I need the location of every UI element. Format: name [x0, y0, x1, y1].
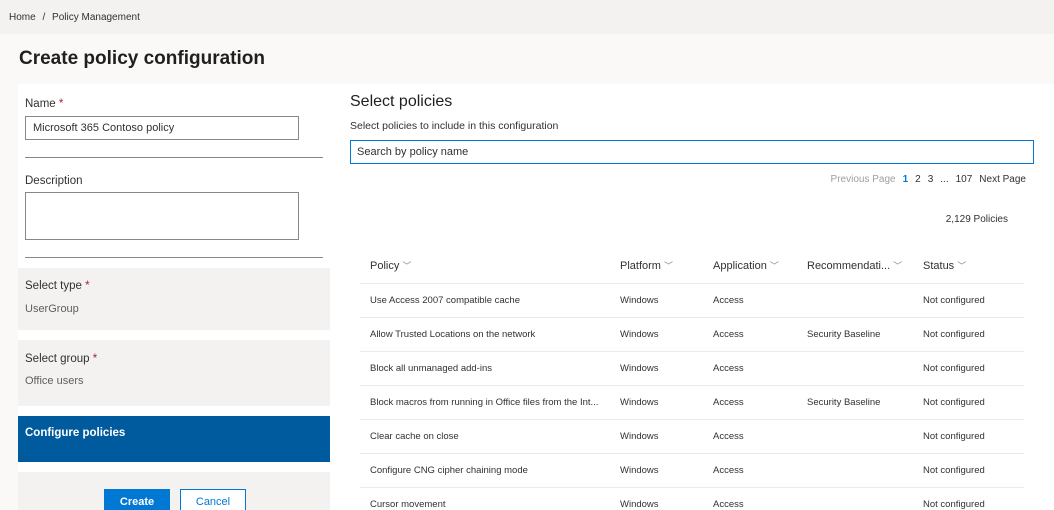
- application-cell: Access: [703, 385, 797, 420]
- policy-selection-panel: Select policies Select policies to inclu…: [330, 84, 1054, 510]
- column-header-application[interactable]: Application ﹀: [703, 248, 797, 284]
- platform-cell: Windows: [610, 317, 703, 352]
- divider: [25, 257, 323, 258]
- description-textarea[interactable]: [25, 192, 299, 240]
- breadcrumb-separator: /: [42, 12, 46, 23]
- policy-cell: Block all unmanaged add-ins: [360, 351, 610, 386]
- chevron-down-icon: ﹀: [957, 260, 967, 271]
- platform-cell: Windows: [610, 351, 703, 386]
- breadcrumb-home[interactable]: Home: [9, 12, 36, 23]
- recommendation-cell: [797, 283, 913, 318]
- select-type-value: UserGroup: [25, 303, 79, 315]
- section-subtitle: Select policies to include in this confi…: [350, 120, 559, 132]
- section-title: Select policies: [350, 93, 453, 110]
- status-cell: Not configured: [913, 487, 1024, 510]
- chevron-down-icon: ﹀: [402, 260, 412, 271]
- policy-cell: Block macros from running in Office file…: [360, 385, 610, 420]
- policy-cell: Allow Trusted Locations on the network: [360, 317, 610, 352]
- application-cell: Access: [703, 419, 797, 454]
- platform-cell: Windows: [610, 487, 703, 510]
- wizard-panel: Name * Microsoft 365 Contoso policy Desc…: [18, 84, 330, 510]
- status-cell: Not configured: [913, 351, 1024, 386]
- previous-page-button[interactable]: Previous Page: [831, 174, 896, 185]
- column-header-status[interactable]: Status ﹀: [913, 248, 1024, 284]
- column-header-policy[interactable]: Policy ﹀: [360, 248, 610, 284]
- actions-bar: Create Cancel: [18, 472, 330, 510]
- select-group-value: Office users: [25, 375, 84, 387]
- status-cell: Not configured: [913, 453, 1024, 488]
- create-button[interactable]: Create: [104, 489, 170, 510]
- table-row[interactable]: Allow Trusted Locations on the network W…: [360, 317, 1024, 352]
- pagination: Previous Page 1 2 3 ... 107 Next Page: [831, 174, 1026, 185]
- policy-cell: Use Access 2007 compatible cache: [360, 283, 610, 318]
- chevron-down-icon: ﹀: [663, 260, 673, 271]
- platform-cell: Windows: [610, 453, 703, 488]
- platform-cell: Windows: [610, 419, 703, 454]
- policy-cell: Cursor movement: [360, 487, 610, 510]
- application-cell: Access: [703, 487, 797, 510]
- policy-cell: Configure CNG cipher chaining mode: [360, 453, 610, 488]
- application-cell: Access: [703, 283, 797, 318]
- page-2-button[interactable]: 2: [915, 174, 921, 185]
- column-header-recommendation[interactable]: Recommendati... ﹀: [797, 248, 913, 284]
- select-type-label: Select type *: [25, 280, 90, 292]
- name-label: Name *: [25, 98, 64, 110]
- breadcrumb: Home / Policy Management: [0, 0, 1054, 34]
- recommendation-cell: [797, 453, 913, 488]
- application-cell: Access: [703, 453, 797, 488]
- table-row[interactable]: Use Access 2007 compatible cache Windows…: [360, 283, 1024, 318]
- cancel-button[interactable]: Cancel: [180, 489, 246, 510]
- chevron-down-icon: ﹀: [769, 260, 779, 271]
- recommendation-cell: Security Baseline: [797, 385, 913, 420]
- recommendation-cell: [797, 419, 913, 454]
- name-input[interactable]: Microsoft 365 Contoso policy: [25, 116, 299, 140]
- table-row[interactable]: Block all unmanaged add-ins Windows Acce…: [360, 351, 1024, 386]
- required-mark: *: [58, 98, 64, 110]
- table-row[interactable]: Configure CNG cipher chaining mode Windo…: [360, 453, 1024, 488]
- table-row[interactable]: Clear cache on close Windows Access Not …: [360, 419, 1024, 454]
- column-header-platform[interactable]: Platform ﹀: [610, 248, 703, 284]
- select-group-label: Select group *: [25, 353, 98, 365]
- chevron-down-icon: ﹀: [893, 260, 903, 271]
- application-cell: Access: [703, 351, 797, 386]
- step-select-group[interactable]: Select group * Office users: [18, 340, 330, 406]
- step-select-type[interactable]: Select type * UserGroup: [18, 268, 330, 330]
- policy-table: Policy ﹀ Platform ﹀ Application ﹀ Recommend…: [360, 248, 1024, 510]
- status-cell: Not configured: [913, 385, 1024, 420]
- page-1-button[interactable]: 1: [903, 174, 909, 185]
- breadcrumb-current[interactable]: Policy Management: [52, 12, 140, 23]
- pagination-ellipsis: ...: [940, 174, 949, 185]
- application-cell: Access: [703, 317, 797, 352]
- table-row[interactable]: Cursor movement Windows Access Not confi…: [360, 487, 1024, 510]
- status-cell: Not configured: [913, 283, 1024, 318]
- platform-cell: Windows: [610, 283, 703, 318]
- policy-count: 2,129 Policies: [945, 214, 1008, 225]
- recommendation-cell: [797, 351, 913, 386]
- divider: [25, 157, 323, 158]
- table-row[interactable]: Block macros from running in Office file…: [360, 385, 1024, 420]
- description-label: Description: [25, 175, 83, 187]
- page-3-button[interactable]: 3: [928, 174, 934, 185]
- policy-cell: Clear cache on close: [360, 419, 610, 454]
- recommendation-cell: [797, 487, 913, 510]
- recommendation-cell: Security Baseline: [797, 317, 913, 352]
- page-title: Create policy configuration: [19, 48, 265, 69]
- page-last-button[interactable]: 107: [956, 174, 973, 185]
- next-page-button[interactable]: Next Page: [979, 174, 1026, 185]
- status-cell: Not configured: [913, 419, 1024, 454]
- search-input[interactable]: Search by policy name: [350, 140, 1034, 164]
- platform-cell: Windows: [610, 385, 703, 420]
- status-cell: Not configured: [913, 317, 1024, 352]
- step-configure-policies[interactable]: Configure policies: [18, 416, 330, 462]
- configure-policies-label: Configure policies: [25, 427, 126, 439]
